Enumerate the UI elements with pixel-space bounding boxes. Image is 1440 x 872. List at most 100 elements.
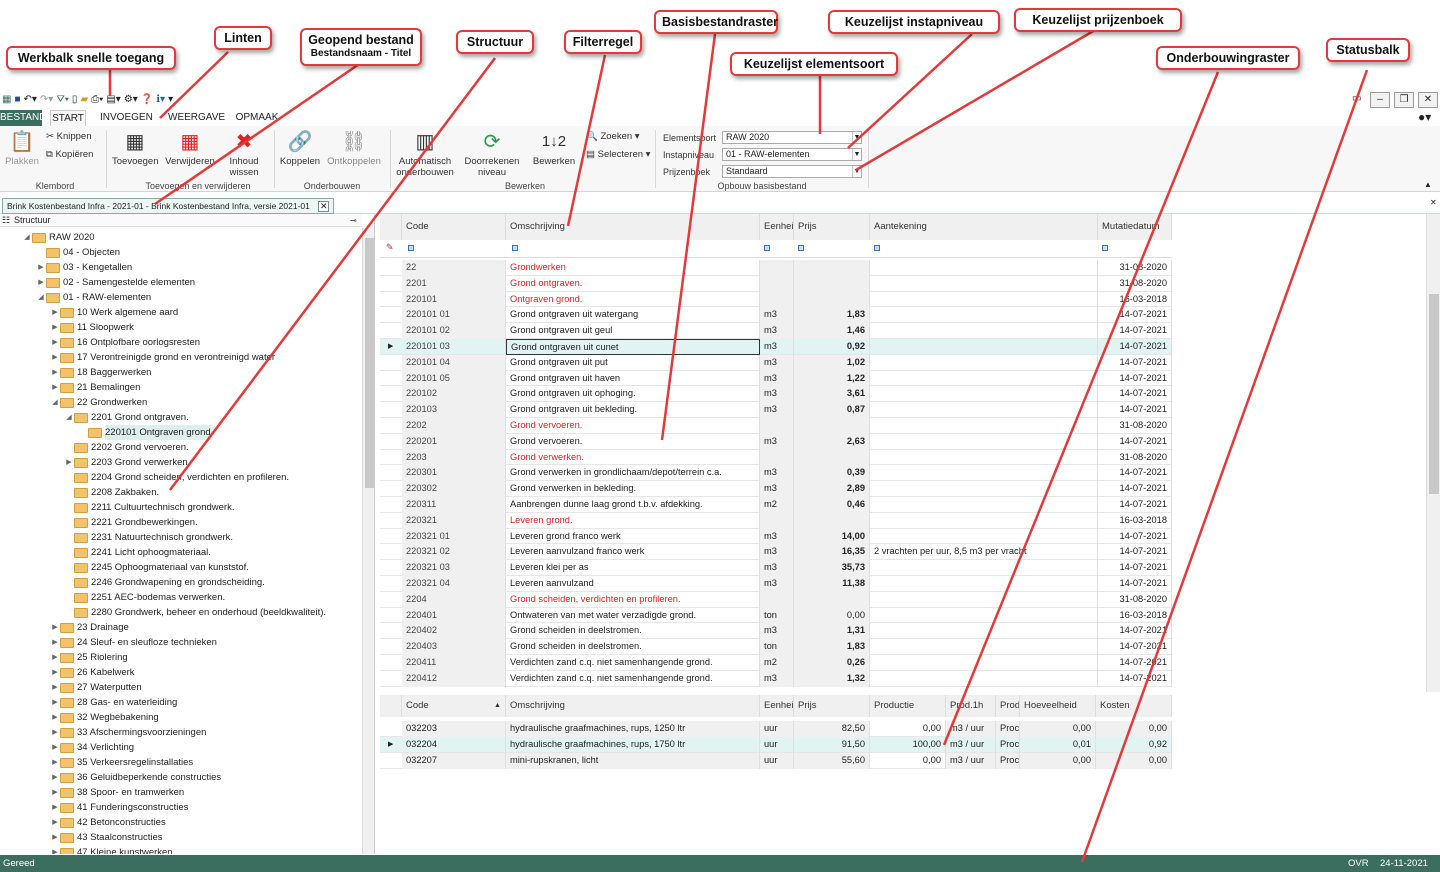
- cell-date[interactable]: 14-07-2021: [1098, 623, 1172, 640]
- select-button[interactable]: ▤ Selecteren ▾: [586, 149, 650, 160]
- settings-icon[interactable]: ⚙▾: [124, 93, 138, 107]
- cell-date[interactable]: 14-07-2021: [1098, 544, 1172, 561]
- customize-icon[interactable]: ▾: [168, 93, 173, 107]
- cell-note[interactable]: [870, 275, 1098, 292]
- sub-col-header-prod[interactable]: Productie: [870, 695, 946, 717]
- cell-date[interactable]: 14-07-2021: [1098, 354, 1172, 371]
- cell-desc[interactable]: Leveren aanvulzand: [506, 576, 760, 592]
- cell-note[interactable]: 2 vrachten per uur, 8,5 m3 per vracht: [870, 544, 1098, 561]
- tab-opmaak[interactable]: OPMAAK: [234, 110, 280, 126]
- link-button[interactable]: 🔗 Koppelen: [279, 130, 321, 167]
- clear-button[interactable]: ✖ Inhoud wissen: [220, 130, 268, 178]
- cell-price[interactable]: 0,00: [794, 607, 870, 624]
- cell-unit[interactable]: m3: [760, 576, 794, 592]
- cell-date[interactable]: 14-07-2021: [1098, 481, 1172, 497]
- sub-table-row[interactable]: ▶ 032204 hydraulische graafmachines, rups,…: [380, 737, 1172, 753]
- cell-date[interactable]: 14-07-2021: [1098, 370, 1172, 387]
- tree-item[interactable]: ▶ 32 Wegbebakening: [50, 710, 158, 725]
- expand-icon[interactable]: ▶: [50, 665, 60, 680]
- table-row[interactable]: 220101 05 Grond ontgraven uit haven m3 1,22…: [380, 370, 1172, 387]
- col-header-unit[interactable]: Eenheid: [760, 214, 794, 240]
- filter-cell-desc[interactable]: [512, 245, 518, 251]
- collapse-ribbon-icon[interactable]: ▲: [1424, 180, 1432, 189]
- cell-note[interactable]: [870, 370, 1098, 387]
- collapse-icon[interactable]: ◢: [50, 395, 60, 410]
- expand-icon[interactable]: ▶: [50, 680, 60, 695]
- cell-note[interactable]: [870, 386, 1098, 403]
- cell-date[interactable]: 14-07-2021: [1098, 433, 1172, 450]
- cell-code[interactable]: 220411: [402, 655, 506, 671]
- cell-unit[interactable]: m3: [760, 370, 794, 387]
- cell-date[interactable]: 14-07-2021: [1098, 323, 1172, 339]
- cell-date[interactable]: 14-07-2021: [1098, 655, 1172, 671]
- cell-unit[interactable]: ton: [760, 607, 794, 624]
- table-row[interactable]: 220402 Grond scheiden in deelstromen. m3 1,…: [380, 623, 1172, 640]
- cell-unit[interactable]: m3: [760, 465, 794, 482]
- expand-icon[interactable]: ▶: [50, 695, 60, 710]
- filter-cell-unit[interactable]: [764, 245, 770, 251]
- cell-code[interactable]: 220101: [402, 291, 506, 308]
- tree-scroll-thumb[interactable]: [365, 238, 374, 488]
- sub-col-header-desc[interactable]: Omschrijving: [506, 695, 760, 717]
- close-button[interactable]: ✕: [1418, 92, 1438, 108]
- cell-desc[interactable]: Grond scheiden in deelstromen.: [506, 639, 760, 655]
- document-tab[interactable]: Brink Kostenbestand Infra - 2021-01 - Br…: [2, 198, 335, 214]
- cell-price[interactable]: 1,31: [794, 623, 870, 640]
- cell-date[interactable]: 16-03-2018: [1098, 607, 1172, 624]
- col-header-date[interactable]: Mutatiedatum: [1098, 214, 1172, 240]
- cell-date[interactable]: 14-07-2021: [1098, 307, 1172, 324]
- sub-cell-unit[interactable]: uur: [760, 721, 794, 737]
- cell-note[interactable]: [870, 623, 1098, 640]
- cell-desc[interactable]: Grond vervoeren.: [506, 433, 760, 450]
- sub-cell-qty[interactable]: 0,00: [1020, 721, 1096, 737]
- cell-note[interactable]: [870, 433, 1098, 450]
- cell-price[interactable]: 1,22: [794, 370, 870, 387]
- cell-code[interactable]: 2203: [402, 449, 506, 466]
- tree-item[interactable]: ▶ 43 Staalconstructies: [50, 830, 162, 845]
- cell-note[interactable]: [870, 528, 1098, 545]
- tree-item[interactable]: 2208 Zakbaken.: [64, 485, 159, 500]
- cell-code[interactable]: 220311: [402, 497, 506, 513]
- tree-item[interactable]: 2221 Grondbewerkingen.: [64, 515, 198, 530]
- col-header-code[interactable]: Code: [402, 214, 506, 240]
- tree-item[interactable]: 2241 Licht ophoogmateriaal.: [64, 545, 211, 560]
- cell-price[interactable]: 1,83: [794, 307, 870, 324]
- tree-item[interactable]: ▶ 25 Riolering: [50, 650, 127, 665]
- tree-item[interactable]: 220101 Ontgraven grond.: [78, 425, 214, 440]
- cell-price[interactable]: 1,83: [794, 639, 870, 655]
- tree-item[interactable]: 2280 Grondwerk, beheer en onderhoud (bee…: [64, 605, 326, 620]
- open-icon[interactable]: ▰: [80, 93, 88, 107]
- cell-unit[interactable]: [760, 512, 794, 529]
- expand-icon[interactable]: ▶: [50, 335, 60, 350]
- sub-cell-prod1h[interactable]: m3 / uur: [946, 753, 996, 769]
- table-row[interactable]: 22 Grondwerken 31-08-2020: [380, 260, 1172, 276]
- cell-date[interactable]: 31-08-2020: [1098, 260, 1172, 276]
- table-row[interactable]: 220321 03 Leveren klei per as m3 35,73 14-07…: [380, 560, 1172, 576]
- cell-price[interactable]: [794, 591, 870, 608]
- table-row[interactable]: 220101 01 Grond ontgraven uit watergang m3…: [380, 307, 1172, 324]
- cell-note[interactable]: [870, 402, 1098, 418]
- copy-button[interactable]: ⧉ Kopiëren: [46, 149, 93, 160]
- cell-desc[interactable]: Grond ontgraven uit bekleding.: [506, 402, 760, 418]
- tree-item[interactable]: ▶ 16 Ontplofbare oorlogsresten: [50, 335, 200, 350]
- cell-desc[interactable]: Grondwerken: [506, 260, 760, 276]
- cell-note[interactable]: [870, 481, 1098, 497]
- expand-icon[interactable]: ▶: [50, 725, 60, 740]
- cell-desc[interactable]: Leveren grond.: [506, 512, 760, 529]
- cell-code[interactable]: 2201: [402, 275, 506, 292]
- cell-code[interactable]: 220321 01: [402, 528, 506, 545]
- expand-icon[interactable]: ▶: [50, 740, 60, 755]
- expand-icon[interactable]: ▶: [36, 260, 46, 275]
- cell-note[interactable]: [870, 339, 1098, 355]
- cell-desc[interactable]: Leveren klei per as: [506, 560, 760, 576]
- cell-unit[interactable]: m3: [760, 307, 794, 324]
- prijzenboek-select[interactable]: Standaard ▼: [722, 165, 862, 178]
- sub-cell-prodx[interactable]: Proc: [996, 721, 1020, 737]
- cell-date[interactable]: 14-07-2021: [1098, 497, 1172, 513]
- cell-code[interactable]: 220402: [402, 623, 506, 640]
- cell-desc[interactable]: Verdichten zand c.q. niet samenhangende …: [506, 655, 760, 671]
- table-row[interactable]: 220101 Ontgraven grond. 16-03-2018: [380, 291, 1172, 308]
- unlink-button[interactable]: ⛓ Ontkoppelen: [326, 130, 382, 167]
- table-row[interactable]: 2202 Grond vervoeren. 31-08-2020: [380, 418, 1172, 434]
- layout-icon[interactable]: ▭: [1352, 93, 1361, 104]
